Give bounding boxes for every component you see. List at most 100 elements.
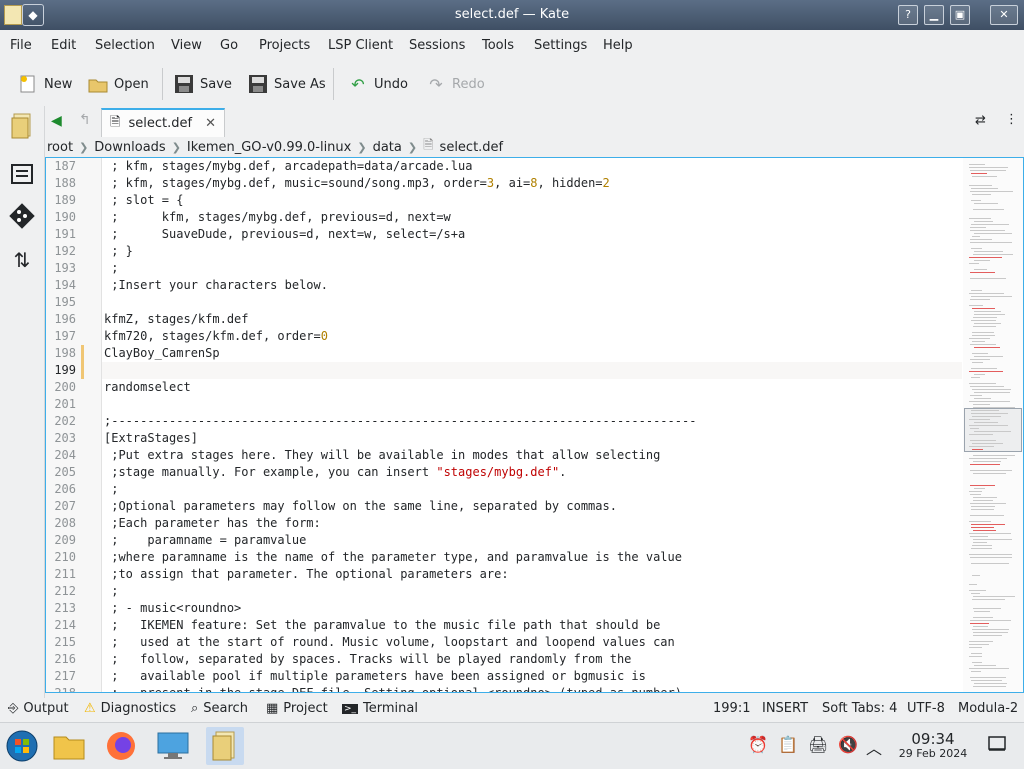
breadcrumb-data[interactable]: data (373, 140, 402, 155)
line-number[interactable]: 208 (46, 515, 76, 532)
menu-lsp-client[interactable]: LSP Client (328, 38, 393, 53)
menu-projects[interactable]: Projects (259, 38, 310, 53)
symbols-outline-icon[interactable]: ⇅ (8, 246, 36, 274)
code-line[interactable]: ; (104, 583, 118, 600)
line-number[interactable]: 214 (46, 617, 76, 634)
line-number[interactable]: 192 (46, 243, 76, 260)
breadcrumb-ikemen[interactable]: Ikemen_GO-v0.99.0-linux (187, 140, 351, 155)
diagnostics-button[interactable]: ⚠ Diagnostics (84, 701, 176, 716)
code-line[interactable]: ; - music<roundno> (104, 600, 241, 617)
firefox-icon[interactable] (102, 727, 140, 765)
clipboard-icon[interactable]: 📋 (778, 735, 798, 754)
menu-file[interactable]: File (10, 38, 32, 53)
line-number[interactable]: 206 (46, 481, 76, 498)
code-line[interactable]: ; slot = { (104, 192, 183, 209)
line-number[interactable]: 199 (46, 362, 76, 379)
line-number[interactable]: 193 (46, 260, 76, 277)
menu-go[interactable]: Go (220, 38, 238, 53)
back-arrow-icon[interactable]: ◀ (51, 113, 62, 129)
terminal-button[interactable]: >_ Terminal (342, 701, 418, 716)
line-number[interactable]: 212 (46, 583, 76, 600)
menu-sessions[interactable]: Sessions (409, 38, 465, 53)
filesystem-browser-icon[interactable] (8, 160, 36, 188)
clock[interactable]: 09:34 29 Feb 2024 (894, 731, 972, 761)
undo-button[interactable]: ↶ Undo (348, 72, 408, 96)
code-line[interactable]: ; } (104, 243, 133, 260)
system-settings-icon[interactable] (154, 727, 192, 765)
save-button[interactable]: Save (174, 72, 232, 96)
code-line[interactable]: ; kfm, stages/mybg.def, previous=d, next… (104, 209, 451, 226)
line-number[interactable]: 211 (46, 566, 76, 583)
code-line[interactable]: kfm720, stages/kfm.def, order=0 (104, 328, 328, 345)
tab-select-def[interactable]: 🗎 select.def ✕ (101, 108, 225, 137)
code-line[interactable]: ; follow, separated by spaces. Tracks wi… (104, 651, 631, 668)
code-line[interactable]: ; paramname = paramvalue (104, 532, 306, 549)
output-button[interactable]: ⎆ Output (8, 701, 69, 716)
code-line[interactable]: ; present in the stage DEF file. Setting… (104, 685, 682, 692)
menu-edit[interactable]: Edit (51, 38, 76, 53)
split-view-icon[interactable]: ⋮ (1005, 112, 1018, 127)
code-line[interactable]: ; (104, 260, 118, 277)
code-line[interactable]: ; used at the start of round. Music volu… (104, 634, 675, 651)
line-number[interactable]: 187 (46, 158, 76, 175)
line-number[interactable]: 209 (46, 532, 76, 549)
line-number[interactable]: 196 (46, 311, 76, 328)
line-number[interactable]: 202 (46, 413, 76, 430)
code-line[interactable]: [ExtraStages] (104, 430, 198, 447)
open-button[interactable]: Open (88, 72, 149, 96)
line-number[interactable]: 217 (46, 668, 76, 685)
line-number[interactable]: 189 (46, 192, 76, 209)
breadcrumb-root[interactable]: root (47, 140, 73, 155)
line-number[interactable]: 205 (46, 464, 76, 481)
maximize-button[interactable]: ▣ (950, 5, 970, 25)
code-line[interactable]: ; kfm, stages/mybg.def, arcadepath=data/… (104, 158, 472, 175)
line-number[interactable]: 195 (46, 294, 76, 311)
code-line[interactable]: ;Insert your characters below. (104, 277, 328, 294)
code-line[interactable]: ; available pool if multiple parameters … (104, 668, 646, 685)
code-line[interactable]: ;to assign that parameter. The optional … (104, 566, 508, 583)
code-line[interactable]: ;---------------------------------------… (104, 413, 696, 430)
breadcrumb-downloads[interactable]: Downloads (94, 140, 165, 155)
tab-menu-icon[interactable]: ⇄ (975, 113, 986, 128)
line-number[interactable]: 204 (46, 447, 76, 464)
code-line[interactable]: ; IKEMEN feature: Set the paramvalue to … (104, 617, 660, 634)
kate-taskbar-icon[interactable] (206, 727, 244, 765)
minimize-button[interactable]: ▁ (924, 5, 944, 25)
indentation-settings[interactable]: Soft Tabs: 4 (822, 701, 897, 716)
line-number[interactable]: 201 (46, 396, 76, 413)
code-line[interactable]: randomselect (104, 379, 191, 396)
line-number[interactable]: 197 (46, 328, 76, 345)
close-button[interactable]: ✕ (990, 5, 1018, 25)
code-line[interactable]: ClayBoy_CamrenSp (104, 345, 220, 362)
file-manager-icon[interactable] (50, 727, 88, 765)
code-line[interactable]: ;where paramname is the name of the para… (104, 549, 682, 566)
line-number[interactable]: 218 (46, 685, 76, 692)
printer-icon[interactable]: 🖨 (808, 735, 828, 754)
project-button[interactable]: ▦ Project (266, 701, 328, 716)
show-desktop-icon[interactable] (988, 736, 1006, 756)
minimap[interactable] (963, 158, 1023, 692)
line-number[interactable]: 200 (46, 379, 76, 396)
menu-selection[interactable]: Selection (95, 38, 155, 53)
line-number[interactable]: 210 (46, 549, 76, 566)
line-number[interactable]: 194 (46, 277, 76, 294)
help-icon[interactable]: ? (898, 5, 918, 25)
close-tab-icon[interactable]: ✕ (205, 116, 216, 131)
start-menu-icon[interactable] (3, 727, 41, 765)
documents-icon[interactable] (8, 112, 36, 140)
menu-help[interactable]: Help (603, 38, 633, 53)
line-number[interactable]: 213 (46, 600, 76, 617)
notifications-icon[interactable]: ⏰ (748, 735, 768, 754)
redo-button[interactable]: ↷ Redo (426, 72, 484, 96)
code-line[interactable]: ; (104, 481, 118, 498)
menu-settings[interactable]: Settings (534, 38, 587, 53)
encoding[interactable]: UTF-8 (907, 701, 945, 716)
title-bar[interactable]: ◆ select.def — Kate ? ▁ ▣ ✕ (0, 0, 1024, 30)
search-button[interactable]: ⌕ Search (191, 701, 248, 716)
line-number[interactable]: 191 (46, 226, 76, 243)
save-as-button[interactable]: Save As (248, 72, 326, 96)
line-number[interactable]: 190 (46, 209, 76, 226)
code-line[interactable]: ; SuaveDude, previous=d, next=w, select=… (104, 226, 465, 243)
breadcrumb-file[interactable]: select.def (440, 140, 504, 155)
line-number-gutter[interactable]: 187 188 189 190 191 192 193 194 195 196 197 198 199 2… (46, 158, 102, 692)
